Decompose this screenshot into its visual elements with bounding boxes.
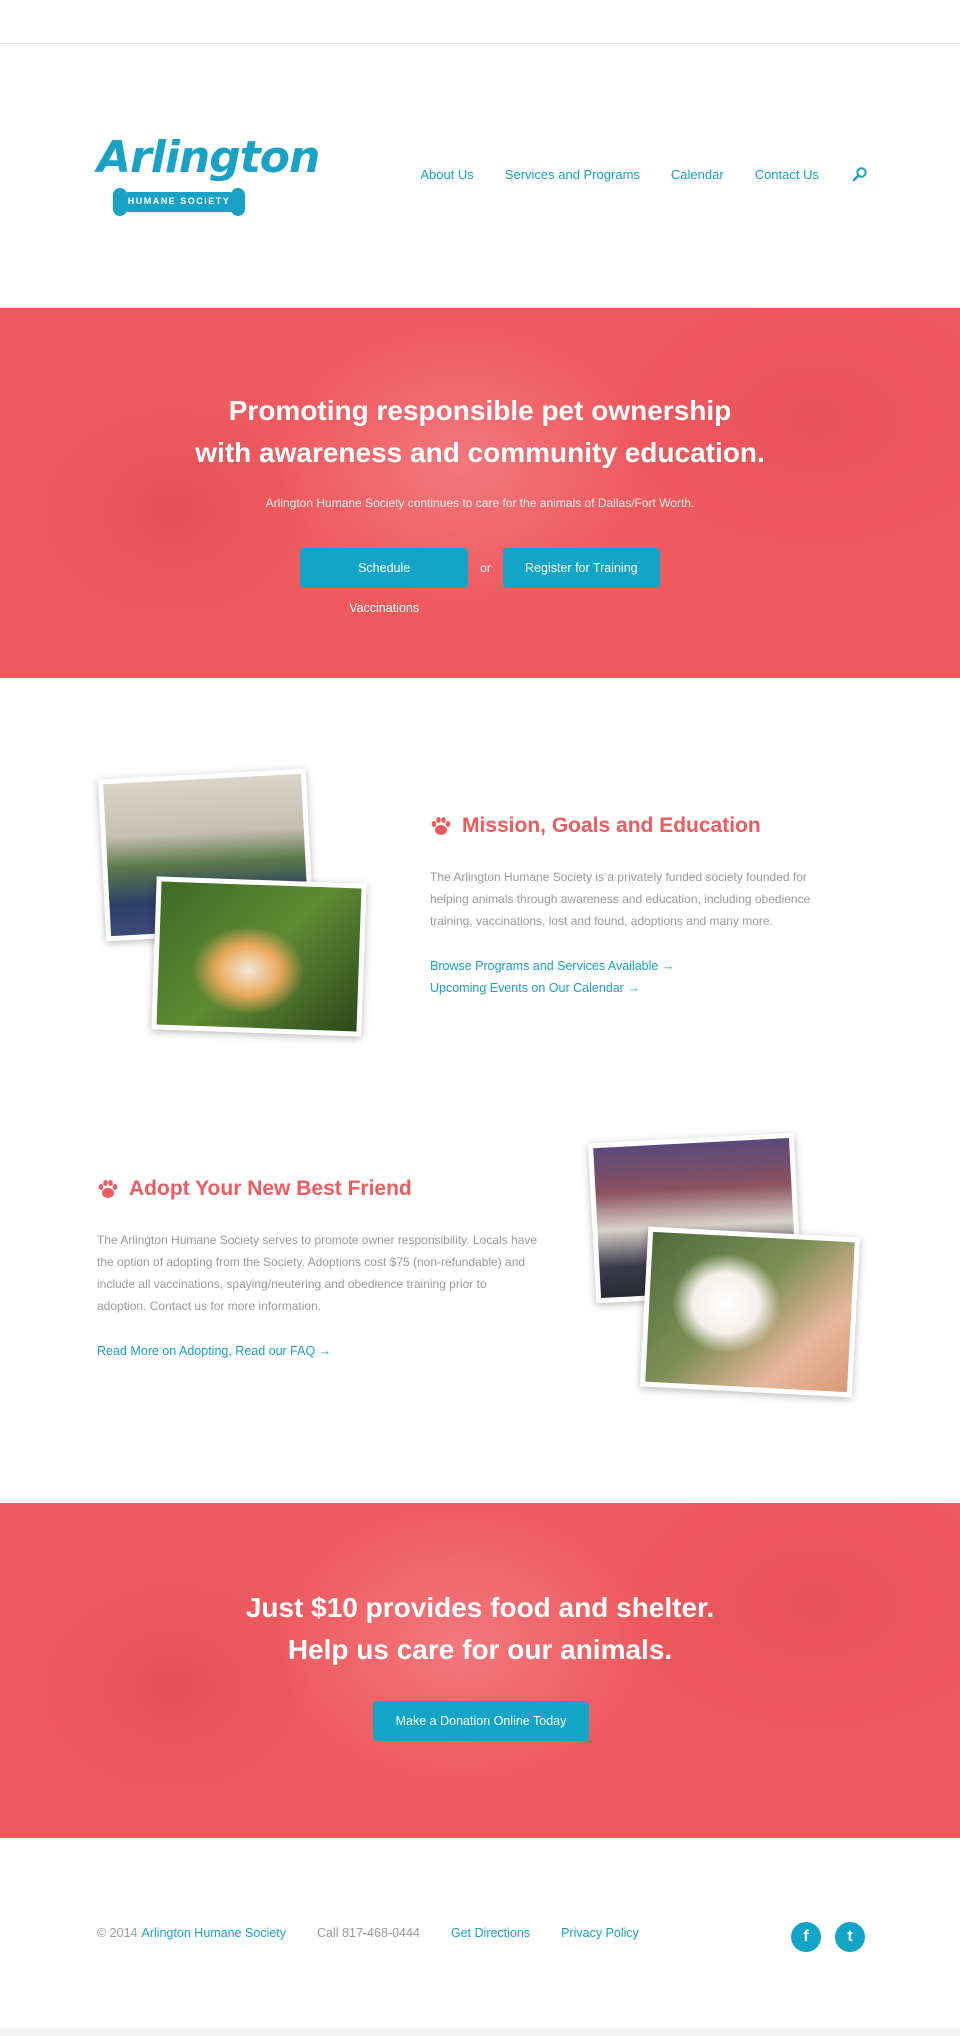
mission-body: The Arlington Humane Society is a privat… (430, 870, 811, 928)
read-more-adopting-link[interactable]: Read More on Adopting, Read our FAQ → (97, 1340, 331, 1362)
footer-links: © 2014 Arlington Humane Society Call 817-… (97, 1926, 670, 1940)
copyright-year: © 2014 (97, 1926, 138, 1940)
donation-title-line2: Help us care for our animals. (287, 1634, 673, 1665)
puppy-photo (639, 1226, 861, 1398)
kitten-photo (151, 876, 367, 1037)
adopt-title: Adopt Your New Best Friend (97, 1177, 412, 1201)
nav-calendar[interactable]: Calendar (671, 167, 724, 182)
site-logo[interactable]: Arlington HUMANE SOCIETY (97, 132, 320, 218)
donate-online-button[interactable]: Make a Donation Online Today (373, 1701, 589, 1741)
hero-title-line2: with awareness and community education. (195, 437, 765, 468)
upcoming-events-link[interactable]: Upcoming Events on Our Calendar → (430, 977, 640, 999)
facebook-icon[interactable]: f (791, 1922, 821, 1952)
hero-banner: Promoting responsible pet ownership with… (0, 308, 960, 678)
twitter-icon[interactable]: t (835, 1922, 865, 1952)
schedule-vaccinations-button[interactable]: Schedule Vaccinations (300, 548, 469, 615)
privacy-policy-link[interactable]: Privacy Policy (561, 1926, 639, 1940)
logo-wordmark: Arlington (97, 132, 320, 183)
mission-title: Mission, Goals and Education (430, 814, 761, 838)
or-separator: or (480, 561, 491, 575)
hero-title-line1: Promoting responsible pet ownership (228, 395, 732, 426)
donation-title: Just $10 provides food and shelter. Help… (0, 1587, 960, 1671)
nav-contact-us[interactable]: Contact Us (755, 167, 819, 182)
donation-banner: Just $10 provides food and shelter. Help… (0, 1503, 960, 1838)
paw-icon (430, 815, 452, 837)
adopt-title-text: Adopt Your New Best Friend (129, 1177, 412, 1200)
copyright: © 2014 Arlington Humane Society (97, 1926, 286, 1940)
search-icon[interactable] (852, 166, 868, 182)
hero-actions: Schedule Vaccinations or Register for Tr… (0, 548, 960, 615)
browse-programs-link[interactable]: Browse Programs and Services Available → (430, 955, 674, 977)
site-header: Arlington HUMANE SOCIETY About Us Servic… (0, 44, 960, 308)
donation-title-line1: Just $10 provides food and shelter. (245, 1592, 715, 1623)
logo-bone-icon: HUMANE SOCIETY (113, 188, 245, 216)
logo-subtext: HUMANE SOCIETY (127, 196, 231, 206)
top-strip (0, 0, 960, 44)
get-directions-link[interactable]: Get Directions (451, 1926, 530, 1940)
adopt-body: The Arlington Humane Society serves to p… (97, 1233, 537, 1313)
footer-phone: Call 817-468-0444 (317, 1926, 420, 1940)
nav-about-us[interactable]: About Us (420, 167, 473, 182)
hero-subtitle: Arlington Humane Society continues to ca… (265, 496, 695, 510)
mission-title-text: Mission, Goals and Education (462, 814, 761, 837)
page-bottom-edge (0, 2028, 960, 2036)
main-nav: About Us Services and Programs Calendar … (389, 166, 868, 182)
hero-title: Promoting responsible pet ownership with… (0, 390, 960, 474)
footer-org-link[interactable]: Arlington Humane Society (142, 1926, 287, 1940)
paw-icon (97, 1178, 119, 1200)
nav-services-and-programs[interactable]: Services and Programs (505, 167, 640, 182)
register-training-button[interactable]: Register for Training (502, 548, 660, 588)
